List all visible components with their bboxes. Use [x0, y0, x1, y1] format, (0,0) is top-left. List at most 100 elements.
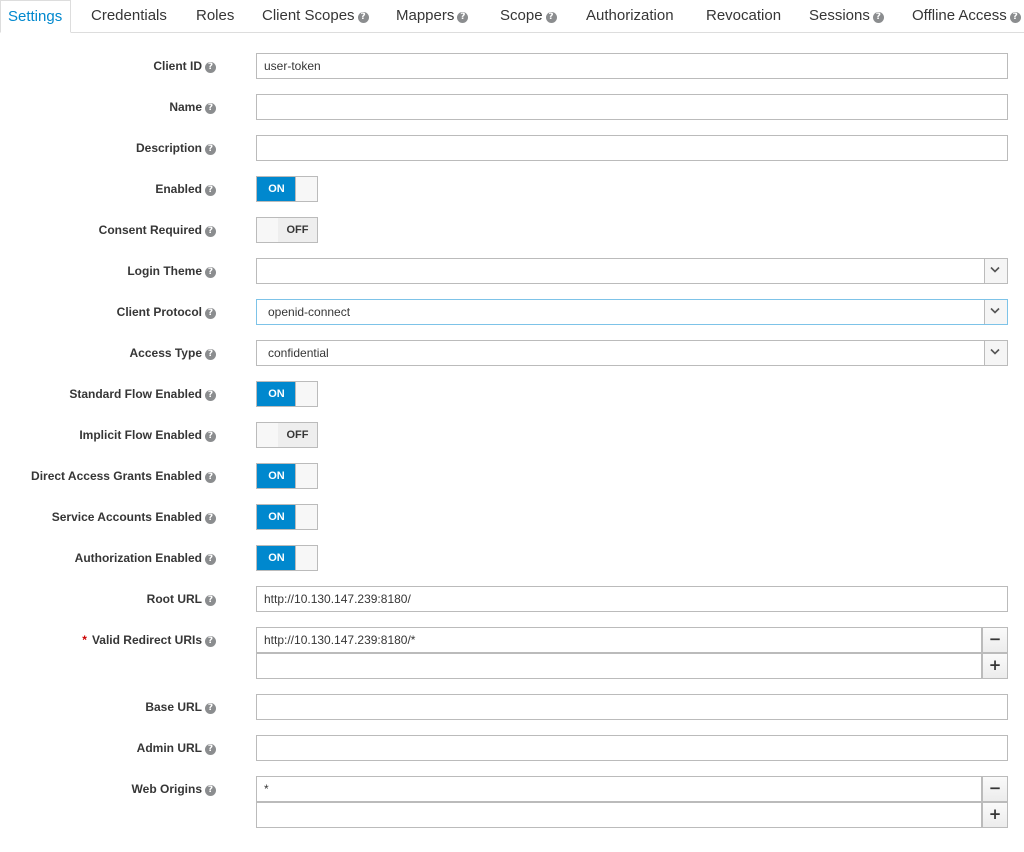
- help-icon[interactable]: ?: [205, 226, 216, 237]
- help-icon[interactable]: ?: [205, 513, 216, 524]
- toggle-knob: [295, 464, 317, 488]
- help-icon[interactable]: ?: [205, 103, 216, 114]
- client-id-label: Client ID?: [153, 58, 216, 74]
- help-icon[interactable]: ?: [205, 636, 216, 647]
- remove-web-origin-button[interactable]: −: [982, 776, 1008, 802]
- help-icon: ?: [1009, 12, 1021, 23]
- help-icon[interactable]: ?: [205, 744, 216, 755]
- toggle-on-label: ON: [257, 546, 296, 570]
- toggle-knob: [295, 546, 317, 570]
- tab-mappers[interactable]: Mappers?: [396, 0, 469, 33]
- help-icon[interactable]: ?: [205, 267, 216, 278]
- consent-required-label: Consent Required?: [99, 222, 216, 238]
- tab-roles[interactable]: Roles: [196, 0, 234, 33]
- enabled-label: Enabled?: [155, 181, 216, 197]
- toggle-on-label: ON: [257, 464, 296, 488]
- access-type-select[interactable]: confidential: [256, 340, 1008, 366]
- help-icon[interactable]: ?: [205, 185, 216, 196]
- login-theme-select[interactable]: [256, 258, 1008, 284]
- client-protocol-label: Client Protocol?: [117, 304, 216, 320]
- tab-revocation[interactable]: Revocation: [706, 0, 781, 33]
- minus-icon: −: [988, 630, 1002, 648]
- help-icon[interactable]: ?: [205, 62, 216, 73]
- implicit-flow-label: Implicit Flow Enabled?: [79, 427, 216, 443]
- required-marker: *: [82, 633, 87, 647]
- description-label: Description?: [136, 140, 216, 156]
- add-web-origin-button[interactable]: +: [982, 802, 1008, 828]
- chevron-down-icon: [984, 259, 1007, 283]
- help-icon[interactable]: ?: [205, 308, 216, 319]
- access-type-label: Access Type?: [130, 345, 216, 361]
- client-protocol-select[interactable]: openid-connect: [256, 299, 1008, 325]
- direct-access-label: Direct Access Grants Enabled?: [31, 468, 216, 484]
- client-tabs: Settings Credentials Roles Client Scopes…: [0, 0, 1024, 33]
- tab-settings[interactable]: Settings: [0, 0, 72, 33]
- tab-authorization[interactable]: Authorization: [586, 0, 674, 33]
- plus-icon: +: [988, 805, 1002, 823]
- new-web-origin-input[interactable]: [256, 802, 982, 828]
- new-redirect-uri-input[interactable]: [256, 653, 982, 679]
- tab-credentials[interactable]: Credentials: [91, 0, 167, 33]
- help-icon[interactable]: ?: [205, 554, 216, 565]
- help-icon[interactable]: ?: [205, 431, 216, 442]
- admin-url-input[interactable]: [256, 735, 1008, 761]
- implicit-flow-toggle[interactable]: OFF: [256, 422, 318, 448]
- name-input[interactable]: [256, 94, 1008, 120]
- toggle-knob: [295, 177, 317, 201]
- tab-client-scopes[interactable]: Client Scopes?: [262, 0, 369, 33]
- standard-flow-toggle[interactable]: ON: [256, 381, 318, 407]
- remove-redirect-uri-button[interactable]: −: [982, 627, 1008, 653]
- help-icon[interactable]: ?: [205, 785, 216, 796]
- toggle-knob: [295, 505, 317, 529]
- help-icon: ?: [357, 12, 369, 23]
- authorization-enabled-toggle[interactable]: ON: [256, 545, 318, 571]
- tab-scope[interactable]: Scope?: [500, 0, 557, 33]
- authorization-enabled-label: Authorization Enabled?: [75, 550, 216, 566]
- toggle-knob: [257, 423, 279, 447]
- minus-icon: −: [988, 779, 1002, 797]
- base-url-input[interactable]: [256, 694, 1008, 720]
- help-icon[interactable]: ?: [205, 349, 216, 360]
- access-type-value: confidential: [268, 346, 329, 360]
- service-accounts-toggle[interactable]: ON: [256, 504, 318, 530]
- base-url-label: Base URL?: [145, 699, 216, 715]
- client-protocol-value: openid-connect: [268, 305, 351, 319]
- help-icon[interactable]: ?: [205, 703, 216, 714]
- redirect-uri-input[interactable]: http://10.130.147.239:8180/*: [256, 627, 982, 653]
- client-id-input[interactable]: user-token: [256, 53, 1008, 79]
- tab-offline-access[interactable]: Offline Access?: [912, 0, 1021, 33]
- plus-icon: +: [988, 656, 1002, 674]
- help-icon[interactable]: ?: [205, 390, 216, 401]
- tab-sessions[interactable]: Sessions?: [809, 0, 884, 33]
- help-icon[interactable]: ?: [205, 144, 216, 155]
- chevron-down-icon: [984, 300, 1007, 324]
- chevron-down-icon: [984, 341, 1007, 365]
- toggle-off-label: OFF: [278, 423, 317, 447]
- web-origin-input[interactable]: *: [256, 776, 982, 802]
- root-url-label: Root URL?: [147, 591, 216, 607]
- toggle-on-label: ON: [257, 177, 296, 201]
- help-icon: ?: [872, 12, 884, 23]
- admin-url-label: Admin URL?: [137, 740, 216, 756]
- direct-access-toggle[interactable]: ON: [256, 463, 318, 489]
- description-input[interactable]: [256, 135, 1008, 161]
- help-icon[interactable]: ?: [205, 472, 216, 483]
- add-redirect-uri-button[interactable]: +: [982, 653, 1008, 679]
- toggle-knob: [257, 218, 279, 242]
- login-theme-label: Login Theme?: [127, 263, 216, 279]
- toggle-knob: [295, 382, 317, 406]
- enabled-toggle[interactable]: ON: [256, 176, 318, 202]
- help-icon: ?: [457, 12, 469, 23]
- name-label: Name?: [169, 99, 216, 115]
- toggle-on-label: ON: [257, 505, 296, 529]
- toggle-on-label: ON: [257, 382, 296, 406]
- service-accounts-label: Service Accounts Enabled?: [52, 509, 216, 525]
- consent-required-toggle[interactable]: OFF: [256, 217, 318, 243]
- root-url-input[interactable]: http://10.130.147.239:8180/: [256, 586, 1008, 612]
- help-icon[interactable]: ?: [205, 595, 216, 606]
- web-origins-label: Web Origins?: [132, 781, 216, 797]
- redirect-uris-label: * Valid Redirect URIs?: [82, 632, 216, 648]
- help-icon: ?: [545, 12, 557, 23]
- standard-flow-label: Standard Flow Enabled?: [69, 386, 216, 402]
- toggle-off-label: OFF: [278, 218, 317, 242]
